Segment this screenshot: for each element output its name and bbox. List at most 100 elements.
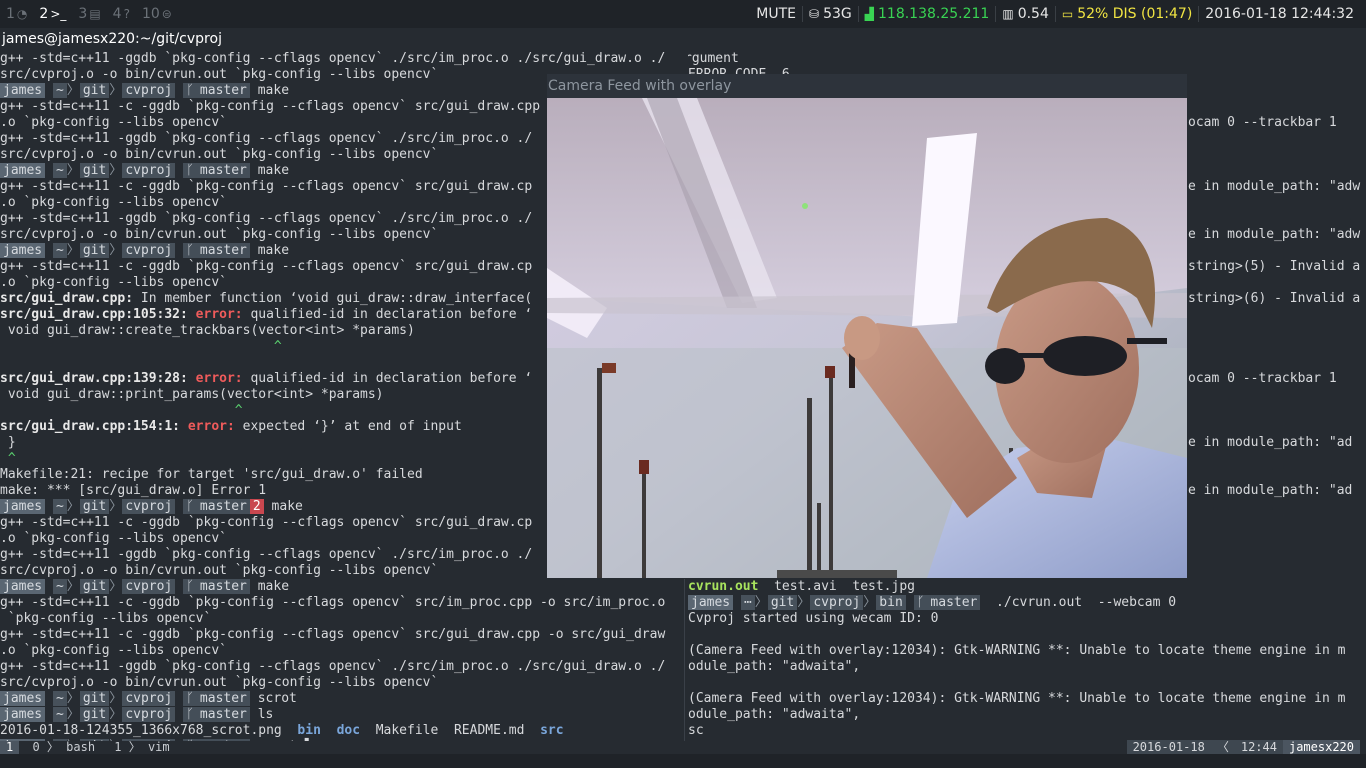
terminal-line: `pkg-config --libs opencv` bbox=[0, 611, 682, 627]
terminal-text: src/cvproj.o -o bin/cvrun.out `pkg-confi… bbox=[0, 675, 439, 690]
terminal-text: e in module_path: "ad bbox=[1188, 435, 1353, 450]
prompt-line: james ~ 〉 git 〉 cvproj ᚴ master make bbox=[0, 579, 682, 595]
terminal-text: src/cvproj.o -o bin/cvrun.out `pkg-confi… bbox=[0, 227, 439, 242]
camera-window-title[interactable]: Camera Feed with overlay bbox=[547, 74, 1187, 98]
terminal-text: } bbox=[0, 435, 16, 450]
top-status-bar: 1 ◔ 2 >_ 3 ▤ 4? 10 ⊜ MUTE ⛁ 53G ▟ 118.138.25.211 ▥… bbox=[0, 0, 1366, 28]
prompt-separator bbox=[45, 499, 53, 514]
terminal-pane-right-bottom[interactable]: cvrun.out test.avi test.jpg james ⋯ 〉 git 〉 c… bbox=[688, 579, 1366, 741]
prompt-user: james bbox=[0, 163, 46, 178]
error-location: src/gui_draw.cpp:154:1: bbox=[0, 419, 181, 434]
window-title: james@jamesx220:~/git/cvproj bbox=[0, 28, 1366, 50]
prompt-command: make bbox=[249, 579, 290, 594]
prompt-command: make bbox=[263, 499, 303, 514]
terminal-text: ocam 0 --trackbar 1 bbox=[1188, 115, 1337, 130]
workspace-number: 4 bbox=[112, 6, 122, 22]
disk-free-value: 53G bbox=[823, 6, 852, 22]
ls-file: 2016-01-18-124355_1366x768_scrot.png bbox=[0, 723, 298, 738]
prompt-separator bbox=[175, 163, 183, 178]
prompt-line: james ~ 〉 git 〉 cvproj ᚴ master scrot bbox=[0, 691, 682, 707]
error-location: src/gui_draw.cpp: bbox=[0, 291, 134, 306]
question-icon: ? bbox=[123, 7, 130, 21]
prompt-separator: 〉 bbox=[66, 163, 80, 178]
prompt-user: james bbox=[0, 579, 46, 594]
volume-status[interactable]: MUTE bbox=[750, 6, 802, 22]
ls-output-line: cvrun.out test.avi test.jpg bbox=[688, 579, 1366, 595]
terminal-text: qualified-id in declaration before ‘ bbox=[242, 307, 533, 322]
terminal-line: (Camera Feed with overlay:12034): Gtk-WA… bbox=[688, 691, 1346, 706]
prompt-user: james bbox=[0, 243, 46, 258]
prompt-command: ./cvrun.out --webcam 0 bbox=[980, 595, 1177, 610]
prompt-separator bbox=[45, 163, 53, 178]
disk-icon: ⛁ bbox=[809, 7, 820, 21]
prompt-separator: 〉 bbox=[109, 163, 123, 178]
terminal-text: src/cvproj.o -o bin/cvrun.out `pkg-confi… bbox=[0, 563, 439, 578]
prompt-separator: 〉 bbox=[797, 595, 811, 610]
tmux-session[interactable]: 1 bbox=[0, 741, 20, 754]
git-branch-icon: ᚴ bbox=[183, 163, 197, 178]
tmux-host: jamesx220 bbox=[1282, 740, 1360, 754]
prompt-project: cvproj bbox=[122, 579, 176, 594]
terminal-text: .o `pkg-config --libs opencv` bbox=[0, 275, 227, 290]
terminal-text: qualified-id in declaration before ‘ bbox=[242, 371, 533, 386]
ls-file: test.avi test.jpg bbox=[758, 579, 915, 594]
prompt-line: james ⋯ 〉 git 〉 cvproj 〉 bin ᚴ master ./cvrun.o… bbox=[688, 595, 1366, 611]
workspace-10[interactable]: 10 ⊜ bbox=[142, 6, 172, 22]
battery-value: 52% DIS (01:47) bbox=[1077, 6, 1193, 22]
tmux-right-status: 2016-01-18 〈 12:44 jamesx220 bbox=[1126, 740, 1360, 754]
workspace-number: 3 bbox=[78, 6, 88, 22]
prompt-separator bbox=[175, 691, 183, 706]
terminal-text: g++ -std=c++11 -ggdb `pkg-config --cflag… bbox=[0, 131, 533, 146]
error-caret: ^ bbox=[0, 451, 16, 466]
tmux-window-vim[interactable]: 1 〉 vim bbox=[108, 741, 175, 754]
workspace-number: 2 bbox=[39, 6, 49, 22]
bar-chart-icon: ▥ bbox=[1002, 7, 1014, 21]
clock[interactable]: 2016-01-18 12:44:32 bbox=[1198, 6, 1360, 22]
fedora-icon: ◔ bbox=[16, 7, 28, 21]
prompt-separator: 〉 bbox=[109, 579, 123, 594]
prompt-separator: 〉 bbox=[66, 579, 80, 594]
terminal-line: sc bbox=[688, 723, 704, 738]
terminal-text: src/cvproj.o -o bin/cvrun.out `pkg-confi… bbox=[0, 67, 439, 82]
prompt-branch: master bbox=[196, 579, 250, 594]
terminal-icon: >_ bbox=[50, 7, 67, 21]
workspace-4[interactable]: 4? bbox=[113, 6, 130, 22]
error-location: src/gui_draw.cpp:105:32: bbox=[0, 307, 188, 322]
terminal-text: `pkg-config --libs opencv` bbox=[0, 611, 212, 626]
prompt-separator bbox=[45, 243, 53, 258]
prompt-separator bbox=[175, 243, 183, 258]
prompt-git: git bbox=[79, 579, 110, 594]
terminal-line: g++ -std=c++11 -ggdb `pkg-config --cflag… bbox=[0, 51, 682, 67]
workspace-1[interactable]: 1 ◔ bbox=[6, 6, 27, 22]
tmux-window-bash[interactable]: 0 〉 bash bbox=[26, 741, 101, 754]
prompt-git: git bbox=[79, 163, 110, 178]
tmux-status-bar: 1 0 〉 bash 1 〉 vim 2016-01-18 〈 12:44 james… bbox=[0, 740, 1366, 754]
prompt-home: ~ bbox=[52, 83, 67, 98]
tmux-date: 2016-01-18 bbox=[1126, 740, 1211, 754]
mute-label: MUTE bbox=[756, 6, 797, 22]
prompt-command: scrot bbox=[249, 691, 297, 706]
terminal-text: g++ -std=c++11 -ggdb `pkg-config --cflag… bbox=[0, 211, 533, 226]
prompt-separator: 〉 bbox=[109, 83, 123, 98]
workspace-2[interactable]: 2 >_ bbox=[39, 6, 66, 22]
ls-file: Makefile bbox=[375, 723, 454, 738]
load-value: 0.54 bbox=[1017, 6, 1049, 22]
terminal-text: make: *** [src/gui_draw.o] Error 1 bbox=[0, 483, 267, 498]
terminal-text: g++ -std=c++11 -ggdb `pkg-config --cflag… bbox=[0, 659, 666, 674]
error-caret: ^ bbox=[0, 403, 243, 418]
prompt-git: git bbox=[79, 243, 110, 258]
prompt-separator bbox=[45, 579, 53, 594]
camera-feed-window[interactable]: Camera Feed with overlay bbox=[547, 74, 1187, 578]
workspace-3[interactable]: 3 ▤ bbox=[78, 6, 100, 22]
ls-directory: doc bbox=[336, 723, 376, 738]
prompt-project: cvproj bbox=[122, 499, 176, 514]
document-icon: ▤ bbox=[89, 7, 101, 21]
prompt-separator: 〉 bbox=[66, 243, 80, 258]
prompt-branch: master bbox=[196, 499, 250, 514]
prompt-command: make bbox=[249, 243, 290, 258]
error-label: error: bbox=[180, 419, 235, 434]
pane-divider[interactable] bbox=[684, 579, 685, 741]
terminal-text: g++ -std=c++11 -c -ggdb `pkg-config --cf… bbox=[0, 595, 666, 610]
datetime-value: 2016-01-18 12:44:32 bbox=[1205, 6, 1354, 22]
network-graph-icon: ▟ bbox=[864, 7, 874, 21]
